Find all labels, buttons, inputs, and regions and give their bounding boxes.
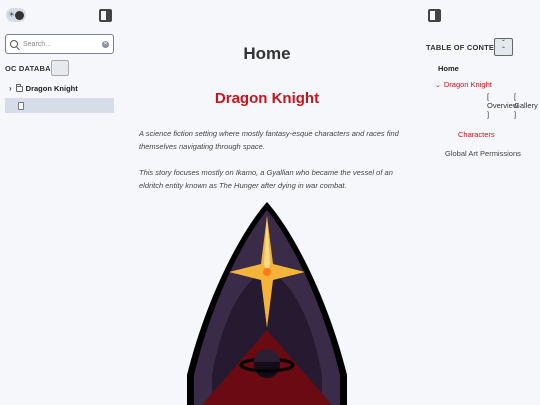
toc-item-home[interactable]: Home [438,64,459,73]
chevron-down-icon[interactable]: ⌄ [435,82,441,89]
search-icon [10,40,18,48]
toc-item-gallery[interactable]: [ Gallery ] [514,92,538,119]
sun-icon: ☀ [8,10,16,19]
dragon-knight-emblem [187,202,347,405]
clear-icon[interactable]: ✕ [102,40,109,48]
tree-item-selected-file[interactable] [5,98,114,113]
intro-paragraph: A science fiction setting where mostly f… [139,129,399,151]
bracket-open: [ [514,92,517,101]
database-button[interactable] [51,60,69,76]
file-icon [18,101,24,110]
tree-item-dragon-knight[interactable]: › Dragon Knight [9,83,78,93]
bracket-close: ] [514,110,517,119]
moon-icon [15,10,24,20]
theme-toggle[interactable]: ☀ [6,8,26,22]
page-heading: Dragon Knight [214,90,320,107]
toc-panel-toggle-icon[interactable] [428,9,441,22]
toc-collapse-button[interactable]: ˇˆ [494,38,513,56]
toc-item-dragon-knight[interactable]: ⌄ Dragon Knight [435,80,492,89]
search-placeholder: Search... [23,40,52,48]
story-paragraph: This story focuses mostly on Ikamo, a Gy… [139,168,393,190]
chevron-right-icon[interactable]: › [9,84,12,93]
folder-icon [15,83,23,92]
search-input[interactable]: Search... ✕ [5,34,114,54]
toc-dragon-knight-label: Dragon Knight [443,80,492,89]
toc-item-characters[interactable]: Characters [458,130,495,139]
toc-item-art-permissions[interactable]: Global Art Permissions [445,149,521,158]
tree-item-label: Dragon Knight [25,84,78,93]
toc-gallery-label: Gallery [514,101,538,110]
sidebar-panel-toggle-icon[interactable] [99,9,112,22]
page-title: Home [243,44,291,63]
